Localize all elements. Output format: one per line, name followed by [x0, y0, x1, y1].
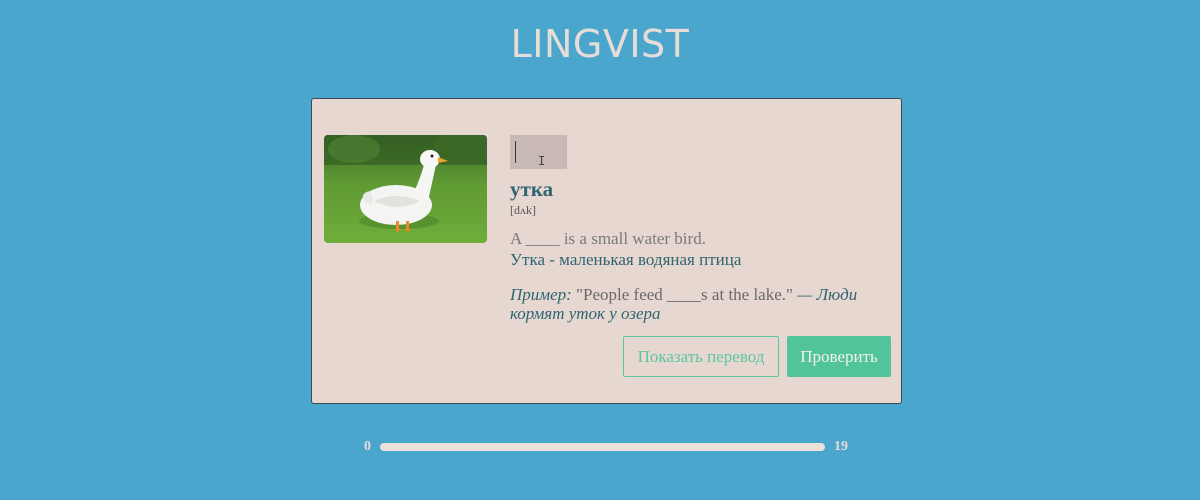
definition-translation: Утка - маленькая водяная птица — [510, 250, 742, 269]
example-dash: — — [792, 285, 817, 304]
ibeam-cursor-icon: I — [538, 154, 546, 168]
show-translation-button[interactable]: Показать перевод — [623, 336, 779, 377]
word-card: I утка [dʌk] A ____ is a small water bir… — [311, 98, 902, 404]
text-caret — [515, 141, 516, 163]
check-button[interactable]: Проверить — [787, 336, 891, 377]
example-label: Пример: — [510, 285, 572, 304]
app-logo: LINGVIST — [510, 22, 690, 66]
progress-max-label: 19 — [834, 439, 848, 454]
duck-image — [324, 135, 487, 243]
transcription: [dʌk] — [510, 203, 536, 217]
example-sentence: "People feed ____s at the lake." — [576, 285, 793, 304]
definition-sentence: A ____ is a small water bird. — [510, 229, 706, 248]
progress-bar — [380, 443, 825, 451]
example-block: Пример: "People feed ____s at the lake."… — [510, 285, 890, 323]
progress-min-label: 0 — [364, 439, 371, 454]
target-word: утка — [510, 177, 554, 201]
